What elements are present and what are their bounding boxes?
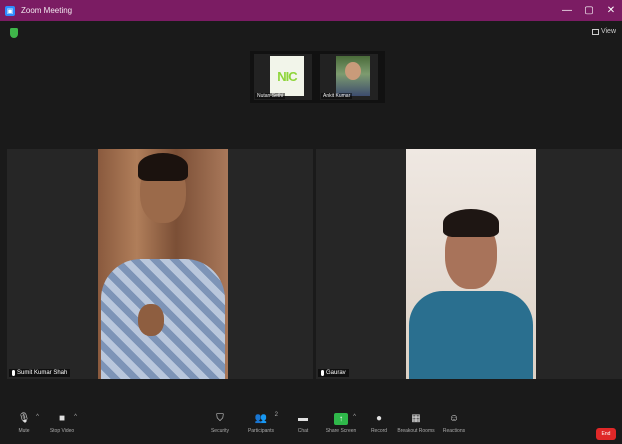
participants-button[interactable]: 👥 2 Participants [247,412,278,434]
share-screen-label: Share Screen [325,428,357,434]
chat-button[interactable]: ▬ Chat [290,413,316,435]
record-button[interactable]: ● Record [366,413,392,435]
chat-label: Chat [297,428,309,434]
person-hand [138,304,164,336]
security-label: Security [210,428,230,434]
thumbnail-strip: NIC Nutan Sethi Ankit Kumar [250,51,385,103]
thumbnail-name: Ankit Kumar [321,93,353,99]
minimize-button[interactable]: — [556,5,578,16]
person-hair [138,153,188,181]
person-body [409,291,533,379]
thumbnail-participant[interactable]: Ankit Kumar [320,54,378,100]
reactions-button[interactable]: ☺ Reactions [441,413,467,435]
person-hair [443,209,499,237]
mic-icon [12,370,15,376]
participant-logo: NIC [270,56,304,96]
mute-label: Mute [18,428,30,434]
meeting-area: View NIC Nutan Sethi Ankit Kumar Sumit K… [0,21,622,409]
view-button[interactable]: View [591,28,616,35]
mute-button[interactable]: 🎙 ^ Mute [11,413,39,435]
end-meeting-button[interactable]: End [596,428,616,440]
grid-icon [591,28,599,35]
participants-icon: 👥 [254,413,268,424]
shield-icon: ⛉ [216,413,224,424]
participant-name: Sumit Kumar Shah [17,370,68,376]
mic-icon [321,370,324,376]
zoom-app-icon: ▣ [5,5,15,16]
security-button[interactable]: ⛉ Security [207,413,233,435]
window-title: Zoom Meeting [21,6,73,15]
record-icon: ● [375,413,383,424]
thumbnail-name: Nutan Sethi [255,93,286,99]
chat-icon: ▬ [298,413,308,424]
maximize-button[interactable]: ▢ [578,5,600,16]
window-controls: — ▢ ✕ [556,5,622,16]
reactions-icon: ☺ [448,413,460,424]
participants-count: 2 [274,412,278,418]
breakout-rooms-icon: ▦ [411,413,421,424]
participant-video [406,149,536,379]
close-button[interactable]: ✕ [600,5,622,16]
reactions-label: Reactions [442,428,466,434]
participant-video [98,149,228,379]
chevron-up-icon[interactable]: ^ [74,414,77,420]
speaker-tile[interactable]: Gaurav [316,149,622,379]
breakout-rooms-button[interactable]: ▦ Breakout Rooms [397,413,434,435]
view-label: View [600,28,616,35]
security-shield-icon[interactable] [10,28,18,38]
share-screen-icon: ↑ [334,413,348,425]
participant-video [336,56,370,96]
title-bar: ▣ Zoom Meeting — ▢ ✕ [0,0,622,21]
chevron-up-icon[interactable]: ^ [353,414,356,420]
chevron-up-icon[interactable]: ^ [36,414,39,420]
participant-name-label: Sumit Kumar Shah [9,369,71,377]
stop-video-label: Stop Video [49,428,75,434]
stop-video-button[interactable]: ■ ^ Stop Video [49,413,77,435]
record-label: Record [370,428,388,434]
video-camera-icon: ■ [58,413,66,424]
breakout-rooms-label: Breakout Rooms [397,428,435,434]
thumbnail-participant[interactable]: NIC Nutan Sethi [254,54,312,100]
meeting-toolbar: 🎙 ^ Mute ■ ^ Stop Video ⛉ Security 👥 2 P… [0,409,622,444]
participants-label: Participants [247,428,275,434]
participant-name: Gaurav [326,370,346,376]
share-screen-button[interactable]: ↑ ^ Share Screen [325,413,357,434]
microphone-icon: 🎙 [17,413,31,424]
speaker-tile[interactable]: Sumit Kumar Shah [7,149,313,379]
participant-name-label: Gaurav [318,369,349,377]
